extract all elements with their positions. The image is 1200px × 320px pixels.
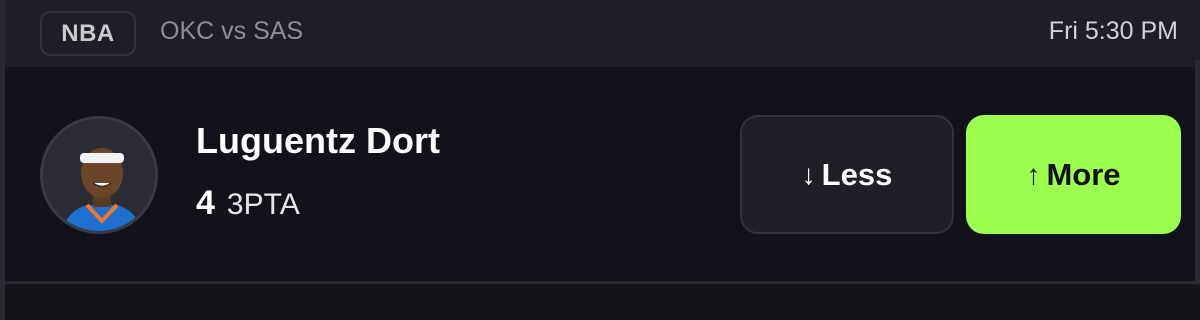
less-button[interactable]: ↓ Less xyxy=(740,115,954,234)
arrow-down-icon: ↓ xyxy=(801,158,816,190)
stat-label: 3PTA xyxy=(226,188,300,221)
card-left-border xyxy=(0,0,5,320)
game-time: Fri 5:30 PM xyxy=(1048,17,1178,45)
player-name: Luguentz Dort xyxy=(196,120,440,161)
prop-card: Luguentz Dort 4 3PTA ↓ Less ↑ More xyxy=(0,67,1200,283)
line-value: 4 xyxy=(196,184,215,222)
less-button-label: Less xyxy=(821,156,893,192)
stat-line: 4 3PTA xyxy=(196,184,300,223)
matchup-text: OKC vs SAS xyxy=(160,17,304,45)
league-badge: NBA xyxy=(40,11,136,56)
player-avatar xyxy=(40,116,158,234)
arrow-up-icon: ↑ xyxy=(1026,158,1041,190)
more-button[interactable]: ↑ More xyxy=(966,115,1181,234)
more-button-label: More xyxy=(1046,156,1121,192)
player-headshot-icon xyxy=(43,119,155,231)
next-card-strip xyxy=(5,284,1200,320)
game-header: NBA OKC vs SAS Fri 5:30 PM xyxy=(0,0,1200,67)
